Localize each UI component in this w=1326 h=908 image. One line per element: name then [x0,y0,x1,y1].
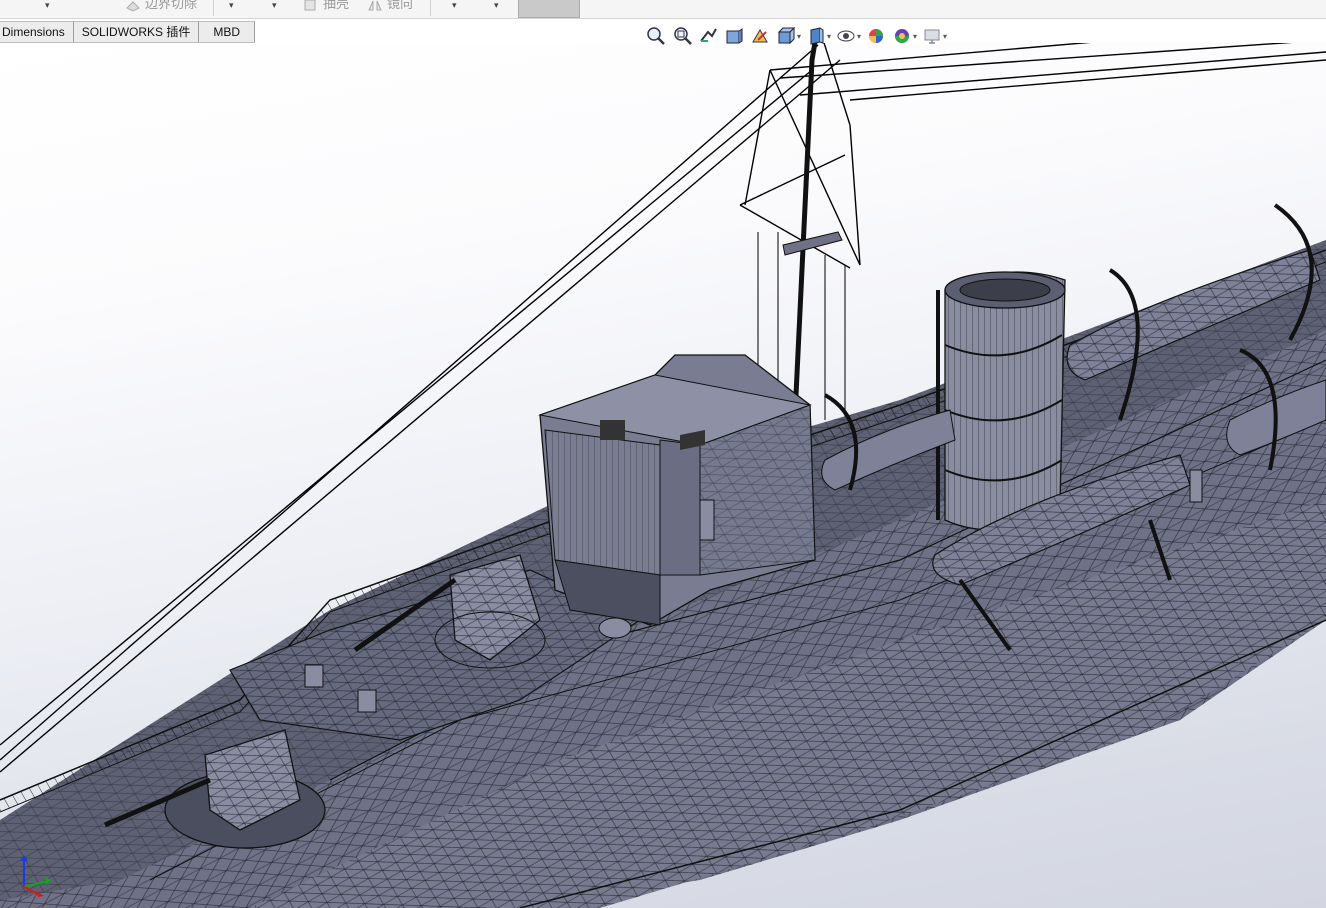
chevron-down-icon[interactable]: ▾ [494,1,499,11]
command-manager-tabs: Dimensions SOLIDWORKS 插件 MBD [0,21,256,43]
graphics-area[interactable] [0,43,1326,908]
chevron-down-icon[interactable]: ▾ [229,1,234,11]
previous-view-icon[interactable] [695,24,721,48]
chevron-down-icon[interactable]: ▾ [452,1,457,11]
edit-appearance-icon[interactable] [863,24,889,48]
tab-solidworks-addins[interactable]: SOLIDWORKS 插件 [73,21,200,42]
apply-scene-icon[interactable] [889,24,915,48]
separator [430,0,431,16]
boundary-cut-label: 边界切除 [145,0,198,12]
separator [213,0,214,16]
shell-button[interactable]: 抽壳 [303,0,349,13]
section-view-icon[interactable] [721,24,747,48]
display-style-icon[interactable] [803,24,829,48]
shell-icon [303,0,319,12]
ribbon-button-pressed[interactable] [518,0,580,18]
heads-up-view-toolbar: ▾ ▾ ▾ ▾ ▾ [643,24,949,48]
boundary-cut-icon [125,0,141,12]
chevron-down-icon[interactable]: ▾ [272,1,277,11]
zoom-to-fit-icon[interactable] [643,24,669,48]
view-orientation-icon[interactable] [773,24,799,48]
view-settings-icon[interactable] [919,24,945,48]
funnel [936,271,1066,531]
axis-triad [14,853,54,897]
tab-dimensions[interactable]: Dimensions [0,21,74,42]
zoom-to-area-icon[interactable] [669,24,695,48]
boundary-cut-button[interactable]: 边界切除 [125,0,197,13]
dynamic-annotation-views-icon[interactable] [747,24,773,48]
mast [757,43,846,430]
command-ribbon: ▾ 边界切除 ▾ ▾ 抽壳 镜向 ▾ ▾ [0,0,1326,19]
chevron-down-icon[interactable]: ▾ [45,1,50,11]
tab-mbd[interactable]: MBD [199,21,256,42]
shell-label: 抽壳 [323,0,350,12]
hide-show-items-icon[interactable] [833,24,859,48]
mirror-icon [367,0,383,12]
mirror-label: 镜向 [387,0,414,12]
ship-model [0,43,1326,908]
mirror-button[interactable]: 镜向 [367,0,413,13]
